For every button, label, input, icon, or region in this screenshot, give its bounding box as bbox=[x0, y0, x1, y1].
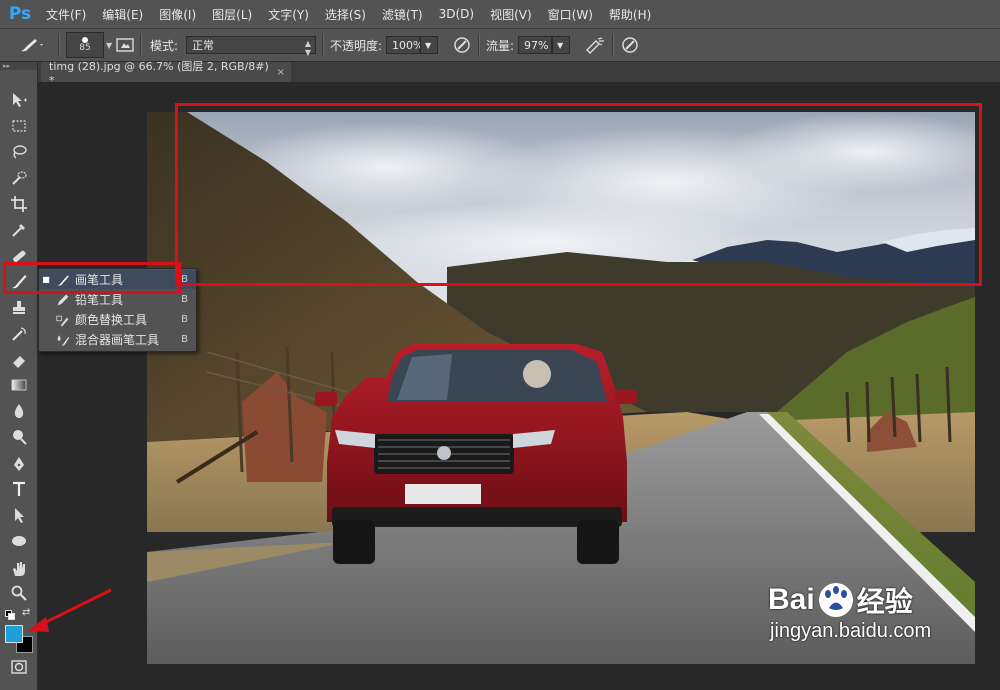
menu-file[interactable]: 文件(F) bbox=[46, 6, 86, 23]
flow-value: 97% bbox=[524, 38, 549, 52]
opacity-input[interactable]: 100% bbox=[386, 36, 424, 54]
brush-preset-icon bbox=[21, 39, 43, 52]
gradient-icon bbox=[11, 379, 27, 391]
shape-tool[interactable] bbox=[6, 530, 32, 552]
menu-layer[interactable]: 图层(L) bbox=[212, 6, 252, 23]
hand-tool[interactable] bbox=[6, 558, 32, 580]
quick-selection-tool[interactable] bbox=[6, 167, 32, 189]
quick-selection-icon bbox=[12, 171, 27, 185]
path-selection-tool[interactable] bbox=[6, 504, 32, 526]
type-icon bbox=[13, 481, 25, 496]
lasso-icon bbox=[13, 145, 27, 159]
opacity-slider-button[interactable]: ▼ bbox=[420, 36, 439, 54]
clone-stamp-tool[interactable] bbox=[6, 297, 32, 319]
flyout-item-color-replacement[interactable]: 颜色替换工具 B bbox=[39, 310, 196, 329]
panel-collapse-icon[interactable]: ▸▸ bbox=[0, 62, 37, 70]
document-tab[interactable]: timg (28).jpg @ 66.7% (图层 2, RGB/8#) * × bbox=[41, 60, 291, 87]
menu-3d[interactable]: 3D(D) bbox=[439, 7, 474, 21]
mode-select[interactable]: 正常 ▲ ▼ bbox=[186, 36, 317, 57]
crop-icon bbox=[11, 196, 27, 212]
watermark-brand-bai: Bai bbox=[768, 583, 815, 616]
arrow-cursor-icon bbox=[15, 508, 24, 523]
flow-slider-button[interactable]: ▼ bbox=[552, 36, 571, 54]
menu-filter[interactable]: 滤镜(T) bbox=[382, 6, 423, 23]
flyout-item-shortcut: B bbox=[181, 294, 188, 305]
hand-icon bbox=[13, 562, 25, 576]
tool-preset-picker[interactable] bbox=[18, 29, 44, 61]
flow-dropdown-icon: ▼ bbox=[557, 40, 564, 50]
flyout-item-shortcut: B bbox=[181, 314, 188, 325]
pressure-size-button[interactable] bbox=[620, 29, 640, 61]
crop-tool[interactable] bbox=[6, 193, 32, 215]
eyedropper-icon bbox=[12, 224, 25, 237]
flyout-item-label: 混合器画笔工具 bbox=[75, 333, 160, 347]
opacity-label: 不透明度: bbox=[330, 38, 383, 53]
menu-image[interactable]: 图像(I) bbox=[159, 6, 196, 23]
blur-tool[interactable] bbox=[6, 400, 32, 422]
eraser-icon bbox=[13, 356, 25, 368]
menu-window[interactable]: 窗口(W) bbox=[548, 6, 593, 23]
type-tool[interactable] bbox=[6, 478, 32, 500]
default-colors-icon[interactable] bbox=[5, 610, 15, 620]
annotation-box-sky bbox=[175, 103, 982, 286]
photoshop-logo: Ps bbox=[8, 4, 32, 24]
mode-label: 模式: bbox=[150, 38, 179, 53]
menu-type[interactable]: 文字(Y) bbox=[268, 6, 309, 23]
marquee-tool[interactable] bbox=[6, 115, 32, 137]
pen-nib-icon bbox=[14, 457, 24, 471]
flyout-item-shortcut: B bbox=[181, 334, 188, 345]
pen-pressure-opacity-icon bbox=[454, 37, 470, 53]
menu-view[interactable]: 视图(V) bbox=[490, 6, 532, 23]
brush-size-dropdown-icon[interactable]: ▼ bbox=[106, 41, 112, 50]
opacity-value: 100% bbox=[392, 38, 424, 52]
airbrush-icon bbox=[586, 37, 604, 54]
mode-value: 正常 bbox=[192, 39, 215, 52]
eraser-tool[interactable] bbox=[6, 349, 32, 371]
watermark-brand-jingyan: 经验 bbox=[856, 585, 913, 618]
brush-size-value: 85 bbox=[79, 43, 91, 53]
opacity-dropdown-icon: ▼ bbox=[425, 40, 432, 50]
toggle-brush-panel-button[interactable] bbox=[116, 29, 134, 61]
lasso-tool[interactable] bbox=[6, 141, 32, 163]
brush-panel-icon bbox=[116, 38, 134, 52]
close-tab-icon[interactable]: × bbox=[277, 67, 285, 78]
move-tool-icon bbox=[13, 93, 27, 107]
flow-input[interactable]: 97% bbox=[518, 36, 553, 54]
rectangular-marquee-icon bbox=[12, 120, 26, 132]
pen-pressure-size-icon bbox=[622, 37, 638, 53]
brush-size-picker[interactable]: 85 ▼ bbox=[66, 29, 112, 61]
pressure-opacity-button[interactable] bbox=[452, 29, 472, 61]
menu-edit[interactable]: 编辑(E) bbox=[102, 6, 143, 23]
airbrush-button[interactable] bbox=[584, 29, 606, 61]
mixer-brush-icon bbox=[53, 332, 73, 348]
stamp-icon bbox=[13, 301, 25, 314]
watermark-url: jingyan.baidu.com bbox=[770, 620, 932, 642]
baidu-jingyan-watermark: Bai 经验 jingyan.baidu.com bbox=[768, 580, 978, 670]
annotation-box-brush-tool bbox=[3, 262, 181, 294]
gradient-tool[interactable] bbox=[6, 374, 32, 396]
history-brush-icon bbox=[12, 327, 26, 341]
move-tool[interactable] bbox=[6, 89, 32, 111]
mode-dropdown-icon: ▲ ▼ bbox=[304, 39, 312, 57]
flow-label: 流量: bbox=[486, 38, 515, 53]
menu-help[interactable]: 帮助(H) bbox=[609, 6, 651, 23]
dodge-icon bbox=[13, 430, 27, 445]
history-brush-tool[interactable] bbox=[6, 323, 32, 345]
pen-tool[interactable] bbox=[6, 453, 32, 475]
blur-drop-icon bbox=[14, 404, 24, 418]
color-replace-icon bbox=[53, 312, 73, 328]
ellipse-shape-icon bbox=[12, 536, 26, 546]
document-tab-bar: timg (28).jpg @ 66.7% (图层 2, RGB/8#) * × bbox=[38, 60, 1000, 87]
menu-bar: Ps 文件(F) 编辑(E) 图像(I) 图层(L) 文字(Y) 选择(S) 滤… bbox=[0, 0, 1000, 29]
flyout-item-mixer-brush[interactable]: 混合器画笔工具 B bbox=[39, 330, 196, 349]
flyout-item-label: 颜色替换工具 bbox=[75, 313, 148, 327]
eyedropper-tool[interactable] bbox=[6, 219, 32, 241]
dodge-tool[interactable] bbox=[6, 426, 32, 448]
annotation-arrow bbox=[28, 588, 112, 632]
menu-select[interactable]: 选择(S) bbox=[325, 6, 366, 23]
baidu-paw-icon bbox=[818, 583, 853, 617]
